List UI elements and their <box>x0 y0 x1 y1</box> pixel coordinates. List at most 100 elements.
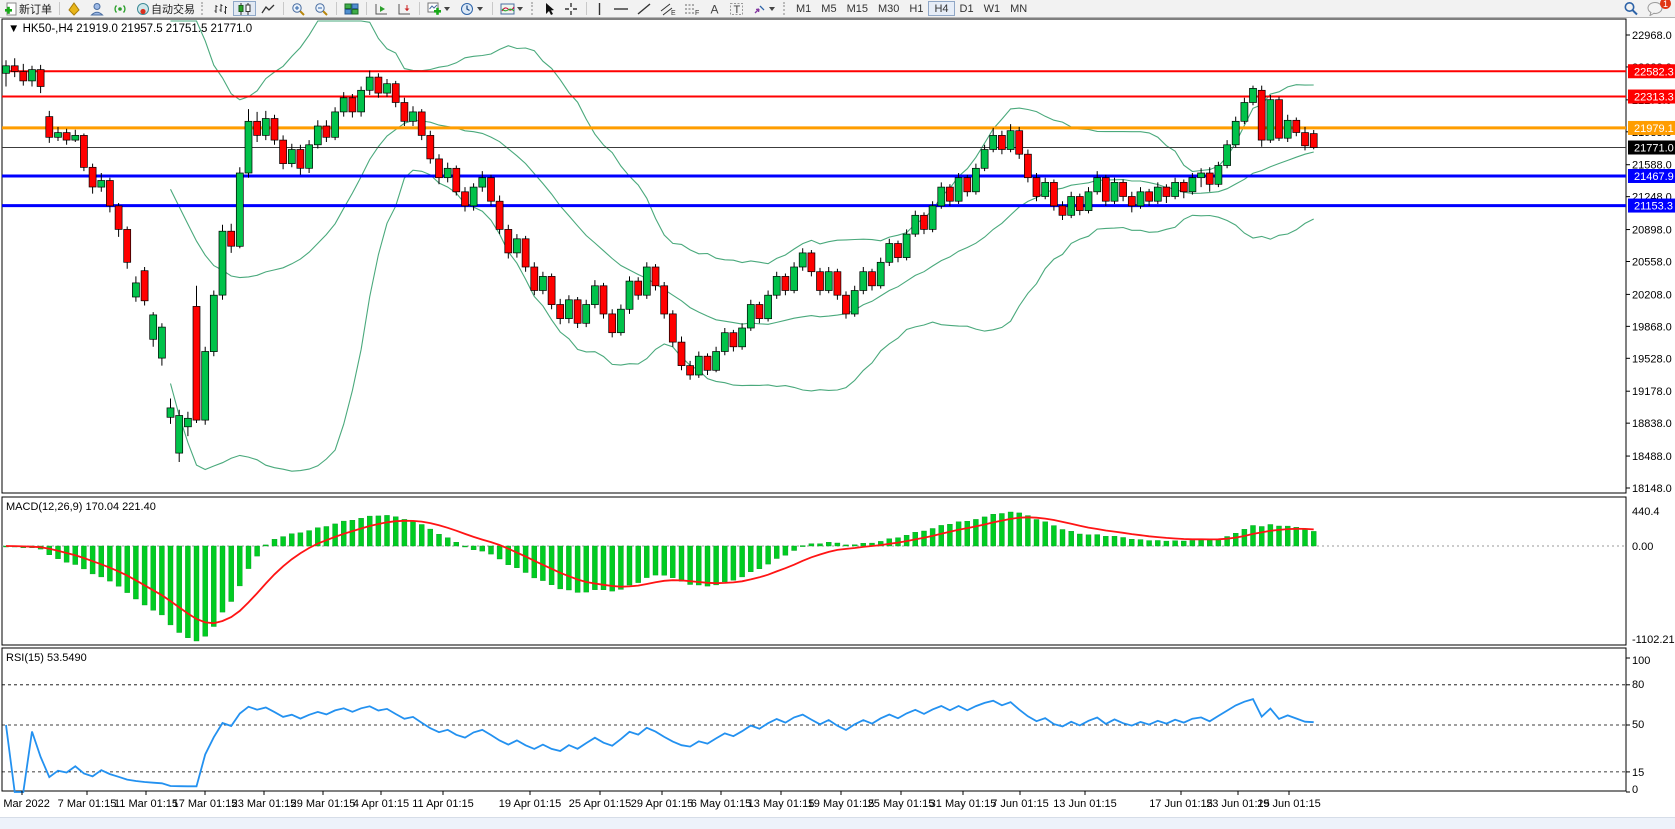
time-tick-label: 11 Mar 01:15 <box>114 798 178 810</box>
chart-title: ▼ HK50-,H4 21919.0 21957.5 21751.5 21771… <box>8 23 252 35</box>
label-tool-button[interactable]: T <box>726 1 747 16</box>
periods-caret-icon[interactable] <box>477 7 483 11</box>
autotrading-button[interactable]: 自动交易 <box>133 1 198 16</box>
line-chart-icon <box>261 2 276 16</box>
price-badge-22313.3: 22313.3 <box>1628 90 1675 104</box>
search-button[interactable] <box>1620 1 1642 16</box>
clock-icon <box>460 2 475 16</box>
price-badge-21979.1: 21979.1 <box>1628 121 1675 135</box>
time-tick-label: 1 Mar 2022 <box>0 798 50 810</box>
price-badge-label: 21153.3 <box>1634 201 1673 213</box>
time-tick-label: 11 Apr 01:15 <box>412 798 474 810</box>
macd-pane[interactable] <box>2 497 1626 645</box>
zoom-out-button[interactable] <box>311 1 332 16</box>
price-tick-label: 22968.0 <box>1632 30 1672 42</box>
vline-tool-button[interactable] <box>591 1 608 16</box>
rsi-label: RSI(15) 53.5490 <box>6 652 87 664</box>
label-tool-icon: T <box>729 2 744 16</box>
timeframe-h4-button[interactable]: H4 <box>928 1 954 16</box>
macd-axis-label: 440.4 <box>1632 506 1660 518</box>
price-tick-label: 20208.0 <box>1632 289 1672 301</box>
text-tool-button[interactable]: A <box>705 1 724 16</box>
templates-button[interactable] <box>497 1 528 16</box>
vertical-line-icon <box>594 2 605 16</box>
price-badge-21153.3: 21153.3 <box>1628 199 1675 213</box>
arrows-tool-button[interactable] <box>749 1 780 16</box>
channel-tool-button[interactable]: E <box>657 1 679 16</box>
crosshair-button[interactable] <box>561 1 582 16</box>
templates-caret-icon[interactable] <box>517 7 523 11</box>
cursor-button[interactable] <box>540 1 559 16</box>
timeframe-d1-button[interactable]: D1 <box>955 1 979 16</box>
tile-windows-icon <box>344 2 359 16</box>
candle-chart-button[interactable] <box>233 1 256 16</box>
time-tick-label: 13 May 01:15 <box>748 798 815 810</box>
new-order-button[interactable]: 新订单 <box>1 1 55 16</box>
auto-scroll-button[interactable] <box>371 1 392 16</box>
timeframe-m30-button[interactable]: M30 <box>873 1 904 16</box>
signals-button[interactable] <box>110 1 131 16</box>
notifications-button[interactable]: 1 <box>1644 1 1667 16</box>
status-strip <box>0 817 1675 829</box>
time-tick-label: 23 Mar 01:15 <box>232 798 297 810</box>
horizontal-line-icon <box>613 2 629 16</box>
periods-button[interactable] <box>457 1 488 16</box>
price-tick-label: 18488.0 <box>1632 451 1672 463</box>
time-tick-label: 19 May 01:15 <box>808 798 875 810</box>
tile-windows-button[interactable] <box>341 1 362 16</box>
rsi-axis-label: 80 <box>1632 679 1644 691</box>
styler-button[interactable] <box>64 1 85 16</box>
crosshair-icon <box>564 2 579 16</box>
time-tick-label: 29 Jun 01:15 <box>1257 798 1321 810</box>
chart-shift-button[interactable] <box>394 1 415 16</box>
indicators-caret-icon[interactable] <box>444 7 450 11</box>
toolbar: 新订单 自动交易 <box>0 0 1675 18</box>
time-tick-label: 7 Mar 01:15 <box>58 798 117 810</box>
chart-shift-icon <box>397 2 412 16</box>
bar-chart-button[interactable] <box>210 1 231 16</box>
new-order-label: 新订单 <box>19 1 52 17</box>
price-tick-label: 20558.0 <box>1632 257 1672 269</box>
price-tick-label: 18148.0 <box>1632 483 1672 495</box>
svg-text:A: A <box>711 2 719 16</box>
macd-axis-label: -1102.21 <box>1632 634 1675 646</box>
price-tick-label: 20898.0 <box>1632 225 1672 237</box>
zoom-in-icon <box>291 2 306 16</box>
text-tool-icon: A <box>708 2 721 16</box>
timeframe-w1-button[interactable]: W1 <box>979 1 1006 16</box>
timeframe-m5-button[interactable]: M5 <box>816 1 841 16</box>
timeframe-m15-button[interactable]: M15 <box>842 1 873 16</box>
person-icon <box>90 2 105 16</box>
crayon-icon <box>67 2 82 16</box>
timeframe-mn-button[interactable]: MN <box>1005 1 1032 16</box>
time-tick-label: 29 Apr 01:15 <box>631 798 693 810</box>
timeframe-m1-button[interactable]: M1 <box>791 1 816 16</box>
price-badge-label: 21771.0 <box>1634 143 1674 155</box>
chart-area[interactable]: 22968.022628.022278.021938.021588.021248… <box>0 0 1675 829</box>
time-tick-label: 29 Mar 01:15 <box>291 798 356 810</box>
autotrade-icon <box>136 2 151 16</box>
rsi-pane[interactable] <box>2 648 1626 791</box>
rsi-axis-label: 100 <box>1632 655 1650 667</box>
candlestick-icon <box>237 2 252 16</box>
cursor-icon <box>543 2 556 16</box>
mt4-window: { "toolbar": { "new_order": "新订单", "auto… <box>0 0 1675 829</box>
chart-svg[interactable]: 22968.022628.022278.021938.021588.021248… <box>0 0 1675 829</box>
fibonacci-tool-button[interactable]: F <box>681 1 703 16</box>
time-tick-label: 31 May 01:15 <box>930 798 997 810</box>
trendline-icon <box>637 2 652 16</box>
trendline-tool-button[interactable] <box>634 1 655 16</box>
price-badge-label: 21467.9 <box>1634 171 1674 183</box>
hline-tool-button[interactable] <box>610 1 632 16</box>
line-chart-button[interactable] <box>258 1 279 16</box>
indicators-button[interactable] <box>424 1 455 16</box>
timeframe-h1-button[interactable]: H1 <box>904 1 928 16</box>
macd-label: MACD(12,26,9) 170.04 221.40 <box>6 501 156 513</box>
time-tick-label: 25 May 01:15 <box>868 798 935 810</box>
arrows-caret-icon[interactable] <box>769 7 775 11</box>
zoom-in-button[interactable] <box>288 1 309 16</box>
profile-button[interactable] <box>87 1 108 16</box>
time-tick-label: 13 Jun 01:15 <box>1053 798 1117 810</box>
svg-text:F: F <box>695 10 699 16</box>
notification-badge: 1 <box>1660 0 1671 9</box>
